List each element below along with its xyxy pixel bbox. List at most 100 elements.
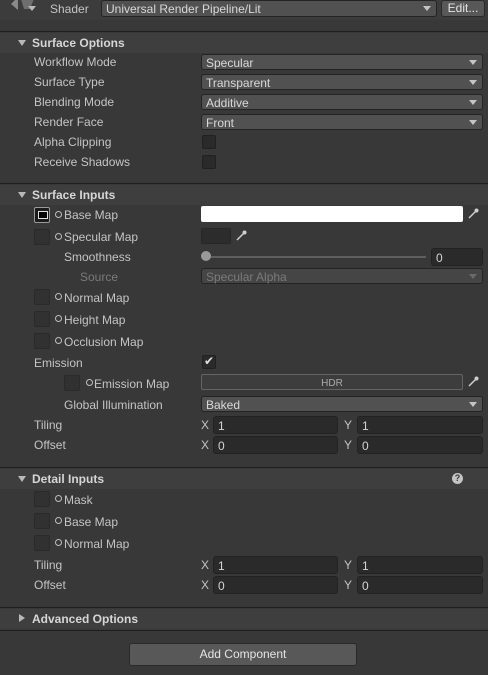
eyedropper-icon[interactable] (464, 206, 482, 222)
expand-arrow-icon (18, 40, 26, 46)
emission-map-texture-slot[interactable] (64, 375, 80, 391)
workflow-mode-dropdown[interactable]: Specular (201, 54, 483, 70)
normal-map-texture-slot[interactable] (34, 289, 50, 305)
chevron-down-icon (469, 100, 477, 105)
alpha-clipping-checkbox[interactable] (202, 135, 216, 149)
occlusion-map-texture-slot[interactable] (34, 333, 50, 349)
tiling-label: Tiling (34, 418, 63, 432)
object-picker-icon[interactable] (55, 517, 62, 524)
tiling-y-value: 1 (362, 419, 369, 433)
detail-offset-x-field[interactable]: 0 (213, 576, 338, 594)
global-illumination-dropdown[interactable]: Baked (201, 396, 483, 412)
detail-offset-x-label: X (201, 578, 210, 592)
source-label: Source (80, 270, 119, 284)
tiling-y-field[interactable]: 1 (357, 416, 483, 434)
chevron-down-icon (423, 6, 431, 11)
surface-inputs-header[interactable]: Surface Inputs (0, 185, 488, 205)
advanced-options-header[interactable]: Advanced Options (0, 609, 488, 629)
chevron-down-icon (469, 120, 477, 125)
global-illumination-value: Baked (206, 398, 241, 412)
help-icon[interactable]: ? (452, 473, 463, 484)
shader-edit-button[interactable]: Edit... (441, 0, 485, 17)
emission-checkbox[interactable]: ✔ (202, 354, 216, 369)
detail-mask-label: Mask (64, 493, 93, 507)
global-illumination-label: Global Illumination (64, 398, 163, 412)
eyedropper-icon[interactable] (232, 228, 250, 244)
blending-mode-dropdown[interactable]: Additive (201, 94, 483, 110)
base-color-swatch[interactable] (201, 206, 463, 222)
add-component-button[interactable]: Add Component (129, 643, 357, 666)
receive-shadows-label: Receive Shadows (34, 155, 131, 169)
detail-offset-y-label: Y (344, 578, 353, 592)
normal-map-label: Normal Map (64, 291, 130, 305)
tiling-x-value: 1 (218, 419, 225, 433)
smoothness-label: Smoothness (64, 250, 131, 264)
offset-label: Offset (34, 438, 66, 452)
receive-shadows-checkbox[interactable] (202, 155, 216, 169)
smoothness-value-field[interactable]: 0 (431, 248, 483, 266)
source-value: Specular Alpha (206, 270, 287, 284)
smoothness-slider-handle[interactable] (201, 251, 211, 261)
foldout-arrow-icon[interactable] (28, 6, 36, 11)
checkmark-icon: ✔ (204, 354, 215, 368)
detail-base-map-label: Base Map (64, 515, 119, 529)
alpha-clipping-label: Alpha Clipping (34, 135, 112, 149)
detail-tiling-y-field[interactable]: 1 (357, 556, 483, 574)
base-map-texture-slot[interactable] (34, 207, 50, 223)
surface-options-header[interactable]: Surface Options (0, 33, 488, 53)
surface-type-dropdown[interactable]: Transparent (201, 74, 483, 90)
specular-color-swatch[interactable] (201, 228, 231, 244)
base-map-label: Base Map (64, 208, 119, 222)
blending-mode-value: Additive (206, 96, 249, 110)
tiling-y-label: Y (344, 418, 353, 432)
offset-y-value: 0 (362, 439, 369, 453)
object-picker-icon[interactable] (55, 293, 62, 300)
specular-map-label: Specular Map (64, 230, 139, 244)
detail-offset-y-value: 0 (362, 579, 369, 593)
object-picker-icon[interactable] (86, 379, 93, 386)
detail-offset-label: Offset (34, 578, 66, 592)
eyedropper-icon[interactable] (464, 374, 482, 390)
object-picker-icon[interactable] (55, 495, 62, 502)
tiling-x-field[interactable]: 1 (213, 416, 338, 434)
emission-color-hdr-field[interactable]: HDR (201, 374, 463, 390)
tiling-x-label: X (201, 418, 210, 432)
offset-y-label: Y (344, 438, 353, 452)
detail-offset-x-value: 0 (218, 579, 225, 593)
offset-x-label: X (201, 438, 210, 452)
chevron-down-icon (469, 80, 477, 85)
height-map-texture-slot[interactable] (34, 311, 50, 327)
specular-map-texture-slot[interactable] (34, 229, 50, 245)
detail-mask-texture-slot[interactable] (34, 491, 50, 507)
detail-normal-map-label: Normal Map (64, 537, 130, 551)
emission-label: Emission (34, 356, 83, 370)
chevron-down-icon (469, 60, 477, 65)
detail-inputs-header[interactable]: Detail Inputs (0, 469, 488, 489)
detail-offset-y-field[interactable]: 0 (357, 576, 483, 594)
detail-normal-map-texture-slot[interactable] (34, 535, 50, 551)
object-picker-icon[interactable] (55, 539, 62, 546)
height-map-label: Height Map (64, 313, 126, 327)
workflow-mode-label: Workflow Mode (34, 55, 117, 69)
shader-value: Universal Render Pipeline/Lit (106, 2, 261, 16)
offset-y-field[interactable]: 0 (357, 436, 483, 454)
detail-tiling-y-value: 1 (362, 559, 369, 573)
chevron-down-icon (469, 402, 477, 407)
expand-arrow-icon (18, 192, 26, 198)
detail-tiling-x-value: 1 (218, 559, 225, 573)
object-picker-icon[interactable] (55, 337, 62, 344)
detail-inputs-title: Detail Inputs (32, 472, 105, 486)
object-picker-icon[interactable] (55, 233, 62, 240)
render-face-dropdown[interactable]: Front (201, 114, 483, 130)
shader-label: Shader (50, 2, 89, 16)
offset-x-field[interactable]: 0 (213, 436, 338, 454)
object-picker-icon[interactable] (55, 211, 62, 218)
smoothness-slider-track[interactable] (204, 256, 426, 258)
source-dropdown: Specular Alpha (201, 268, 483, 284)
object-picker-icon[interactable] (55, 315, 62, 322)
shader-dropdown[interactable]: Universal Render Pipeline/Lit (101, 0, 437, 17)
emission-map-label: Emission Map (94, 377, 170, 391)
detail-tiling-x-field[interactable]: 1 (213, 556, 338, 574)
detail-base-map-texture-slot[interactable] (34, 513, 50, 529)
smoothness-value: 0 (436, 251, 443, 265)
